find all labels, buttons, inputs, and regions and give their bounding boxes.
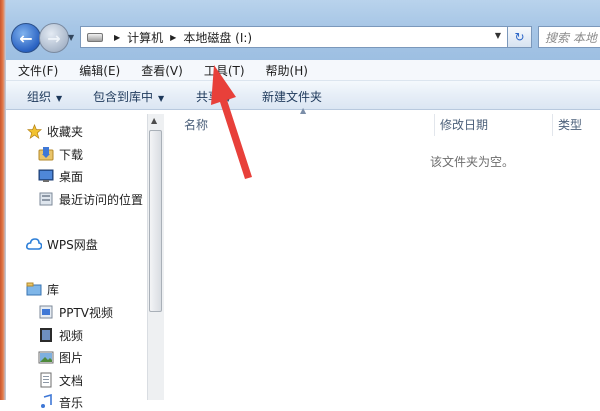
picture-icon — [38, 349, 54, 365]
chevron-down-icon: ▼ — [158, 94, 165, 103]
new-folder-button[interactable]: 新建文件夹 — [262, 88, 322, 105]
document-icon — [38, 372, 54, 388]
drive-icon — [87, 32, 103, 42]
search-placeholder: 搜索 本地 — [545, 30, 597, 45]
sidebar-item-documents[interactable]: 文档 — [38, 371, 83, 389]
sidebar-group-label: 收藏夹 — [47, 124, 84, 139]
downloads-folder-icon — [38, 146, 54, 162]
back-arrow-icon: ← — [19, 28, 33, 48]
library-icon — [26, 281, 42, 297]
chevron-right-icon[interactable]: ▶ — [170, 33, 176, 42]
share-label: 共享 — [196, 90, 221, 104]
chevron-down-icon: ▼ — [56, 94, 63, 103]
sort-ascending-icon: ▲ — [300, 106, 307, 115]
sidebar-item-pptv[interactable]: PPTV视频 — [38, 303, 113, 321]
address-history-dropdown[interactable]: ▼ — [495, 31, 501, 40]
cloud-icon — [26, 236, 42, 252]
sidebar-group-libraries[interactable]: 库 — [26, 280, 59, 298]
empty-folder-message: 该文件夹为空。 — [430, 155, 515, 169]
navigation-scrollbar[interactable]: ▲ — [147, 114, 164, 400]
column-divider[interactable] — [434, 114, 435, 136]
recent-pages-dropdown[interactable]: ▼ — [68, 33, 74, 42]
scroll-up-arrow-icon[interactable]: ▲ — [151, 116, 157, 125]
menu-view[interactable]: 查看(V) — [129, 62, 192, 79]
sidebar-item-video[interactable]: 视频 — [38, 326, 83, 344]
navigation-pane: 收藏夹 下载 桌面 最近访问的位置 WPS网盘 库 PPTV视频 视频 图片 文… — [6, 110, 166, 410]
sidebar-item-label: PPTV视频 — [59, 305, 114, 320]
menu-file[interactable]: 文件(F) — [6, 62, 67, 79]
star-icon — [26, 123, 42, 139]
column-divider[interactable] — [552, 114, 553, 136]
sidebar-item-recent-places[interactable]: 最近访问的位置 — [38, 190, 143, 208]
menu-tools[interactable]: 工具(T) — [192, 62, 254, 79]
sidebar-item-downloads[interactable]: 下载 — [38, 145, 83, 163]
sidebar-item-label: 下载 — [59, 147, 84, 162]
music-icon — [38, 394, 54, 410]
menu-edit[interactable]: 编辑(E) — [67, 62, 129, 79]
chevron-down-icon: ▼ — [225, 94, 232, 103]
sidebar-group-label: 库 — [47, 282, 60, 297]
include-in-library-button[interactable]: 包含到库中 ▼ — [93, 88, 164, 105]
file-list-pane: ▲ 名称 修改日期 类型 该文件夹为空。 — [166, 106, 600, 400]
back-button[interactable]: ← — [11, 23, 41, 53]
pptv-video-icon — [38, 304, 54, 320]
breadcrumb-local-disk[interactable]: 本地磁盘 (I:) — [183, 29, 252, 46]
chevron-right-icon[interactable]: ▶ — [114, 33, 120, 42]
forward-arrow-icon: → — [47, 28, 61, 48]
refresh-button[interactable]: ↻ — [508, 26, 532, 48]
column-header-name[interactable]: 名称 — [184, 116, 208, 133]
sidebar-item-label: 桌面 — [59, 169, 84, 184]
desktop-icon — [38, 168, 54, 184]
sidebar-group-favorites[interactable]: 收藏夹 — [26, 122, 83, 140]
sidebar-item-desktop[interactable]: 桌面 — [38, 167, 83, 185]
sidebar-item-label: 视频 — [59, 328, 84, 343]
forward-button[interactable]: → — [39, 23, 69, 53]
column-header-type[interactable]: 类型 — [558, 116, 582, 133]
organize-label: 组织 — [27, 90, 52, 104]
include-in-library-label: 包含到库中 — [93, 90, 154, 104]
sidebar-item-pictures[interactable]: 图片 — [38, 348, 83, 366]
sidebar-item-label: 最近访问的位置 — [59, 192, 144, 207]
column-header-modified[interactable]: 修改日期 — [440, 116, 488, 133]
address-bar[interactable]: ▶ 计算机 ▶ 本地磁盘 (I:) ▼ — [80, 26, 508, 48]
sidebar-item-label: 图片 — [59, 350, 84, 365]
recent-places-icon — [38, 191, 54, 207]
search-input[interactable]: 搜索 本地 — [538, 26, 600, 48]
sidebar-item-music[interactable]: 音乐 — [38, 393, 83, 411]
video-icon — [38, 327, 54, 343]
scroll-thumb[interactable] — [149, 130, 162, 312]
organize-button[interactable]: 组织 ▼ — [27, 88, 62, 105]
menu-bar: 文件(F) 编辑(E) 查看(V) 工具(T) 帮助(H) — [6, 60, 600, 81]
sidebar-item-wps[interactable]: WPS网盘 — [26, 235, 98, 253]
breadcrumb-computer[interactable]: 计算机 — [127, 29, 163, 46]
sidebar-item-label: WPS网盘 — [47, 237, 98, 252]
explorer-window: ← → ▼ ▶ 计算机 ▶ 本地磁盘 (I:) ▼ ↻ 搜索 本地 文件(F) … — [0, 0, 600, 410]
refresh-icon: ↻ — [514, 30, 525, 44]
menu-help[interactable]: 帮助(H) — [254, 62, 317, 79]
share-button[interactable]: 共享 ▼ — [196, 88, 231, 105]
sidebar-item-label: 音乐 — [59, 395, 84, 410]
sidebar-item-label: 文档 — [59, 373, 84, 388]
